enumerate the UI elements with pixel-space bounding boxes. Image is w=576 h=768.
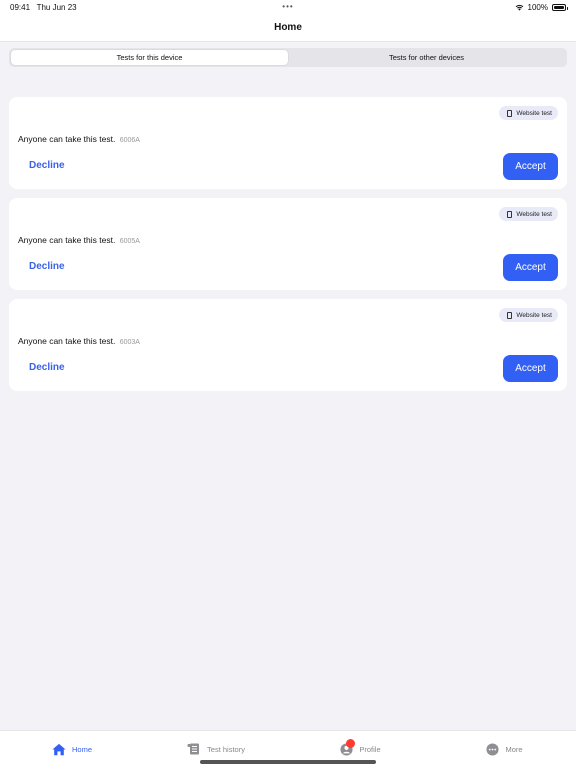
date-text: Thu Jun 23	[36, 3, 77, 12]
status-right: 100%	[515, 3, 568, 12]
segmented-control: Tests for this device Tests for other de…	[9, 48, 567, 67]
tab-label: Test history	[207, 745, 245, 754]
test-description: Anyone can take this test. 6005A	[18, 235, 140, 245]
test-description: Anyone can take this test. 6006A	[18, 134, 140, 144]
status-bar: 09:41 Thu Jun 23 ••• 100%	[0, 0, 576, 14]
badge-label: Website test	[516, 109, 552, 117]
multitasking-dots-icon[interactable]: •••	[282, 2, 293, 11]
page-title: Home	[274, 22, 302, 33]
test-code: 6005A	[119, 238, 140, 245]
test-type-badge: Website test	[499, 308, 558, 322]
accept-button[interactable]: Accept	[503, 254, 558, 281]
test-list: Website test Anyone can take this test. …	[9, 97, 567, 400]
ellipsis-icon	[485, 743, 499, 757]
navigation-bar: Home	[0, 14, 576, 42]
segment-this-device[interactable]: Tests for this device	[11, 50, 288, 65]
house-icon	[52, 743, 66, 757]
description-text: Anyone can take this test.	[18, 134, 116, 144]
test-code: 6003A	[119, 339, 140, 346]
badge-label: Website test	[516, 311, 552, 319]
wifi-icon	[515, 4, 523, 11]
notification-dot	[346, 738, 356, 748]
battery-icon	[552, 4, 568, 11]
tab-label: More	[505, 745, 523, 754]
description-text: Anyone can take this test.	[18, 235, 116, 245]
badge-label: Website test	[516, 210, 552, 218]
phone-icon	[507, 109, 513, 117]
tab-bar: Home Test history Profile More	[0, 730, 576, 768]
test-type-badge: Website test	[499, 106, 558, 120]
home-indicator[interactable]	[200, 760, 376, 764]
test-card: Website test Anyone can take this test. …	[9, 97, 567, 189]
status-time: 09:41 Thu Jun 23	[10, 3, 77, 12]
accept-button[interactable]: Accept	[503, 355, 558, 382]
tab-label: Profile	[359, 745, 381, 754]
test-card: Website test Anyone can take this test. …	[9, 198, 567, 290]
tab-home[interactable]: Home	[0, 731, 144, 768]
phone-icon	[507, 311, 513, 319]
test-description: Anyone can take this test. 6003A	[18, 336, 140, 346]
test-code: 6006A	[119, 137, 140, 144]
person-icon	[339, 738, 356, 757]
accept-button[interactable]: Accept	[503, 153, 558, 180]
tab-more[interactable]: More	[432, 731, 576, 768]
battery-percent: 100%	[527, 3, 548, 12]
test-card: Website test Anyone can take this test. …	[9, 299, 567, 391]
phone-icon	[507, 210, 513, 218]
decline-button[interactable]: Decline	[29, 160, 65, 171]
description-text: Anyone can take this test.	[18, 336, 116, 346]
tab-label: Home	[71, 745, 92, 754]
time-text: 09:41	[10, 3, 31, 12]
segment-other-devices[interactable]: Tests for other devices	[288, 50, 565, 65]
decline-button[interactable]: Decline	[29, 362, 65, 373]
test-type-badge: Website test	[499, 207, 558, 221]
document-icon	[187, 743, 201, 757]
decline-button[interactable]: Decline	[29, 261, 65, 272]
